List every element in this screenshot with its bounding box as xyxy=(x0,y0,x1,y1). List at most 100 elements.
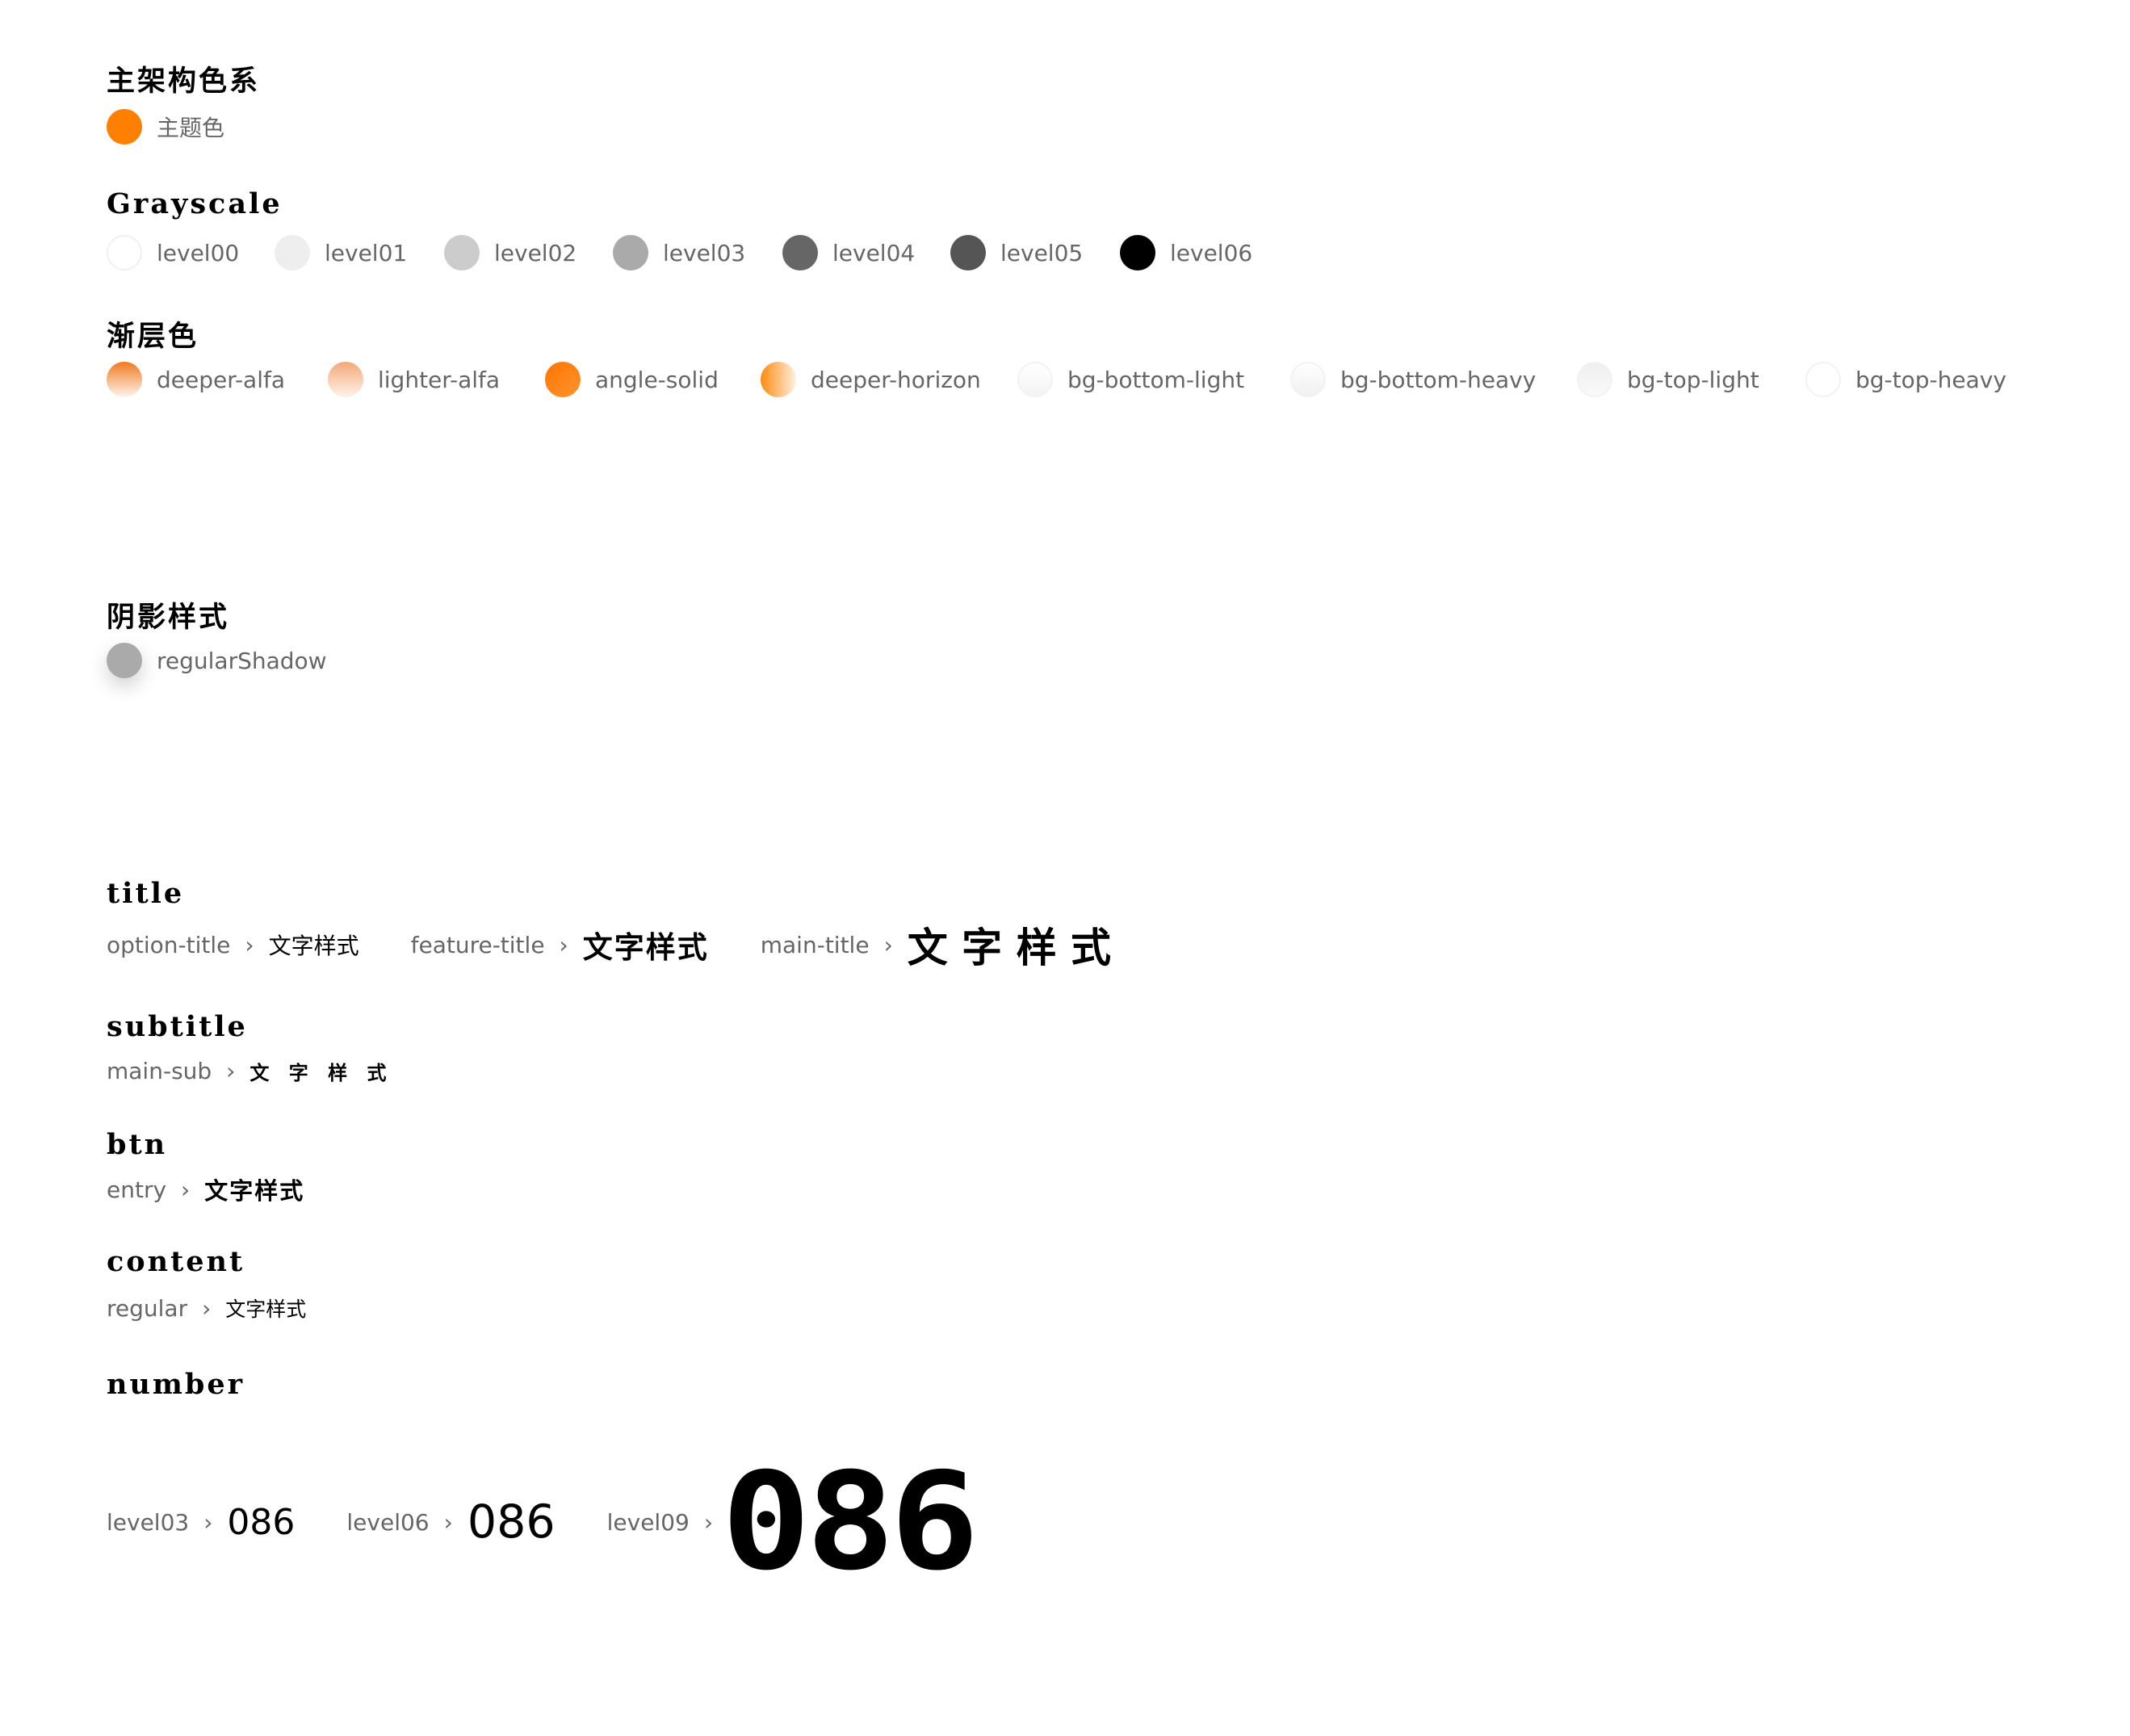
swatch-level00: level00 xyxy=(107,235,275,270)
swatch-label: regularShadow xyxy=(157,647,327,674)
swatch-label: bg-top-light xyxy=(1627,366,1759,393)
style-label: level03 xyxy=(107,1508,190,1536)
number-level03: level03 › 086 xyxy=(107,1502,295,1543)
swatch-regular-shadow: regularShadow xyxy=(107,643,327,678)
color-dot xyxy=(950,235,986,270)
swatch-level05: level05 xyxy=(950,235,1120,270)
swatch-bg-bottom-heavy: bg-bottom-heavy xyxy=(1290,362,1577,397)
style-sample: 文字样式 xyxy=(582,930,709,965)
section-subtitle-heading: subtitle xyxy=(107,1010,248,1043)
color-dot xyxy=(1805,362,1841,397)
shadow-row: regularShadow xyxy=(107,640,327,681)
swatch-label: deeper-horizon xyxy=(811,366,981,393)
section-grayscale-heading: Grayscale xyxy=(107,187,283,220)
style-option-title: option-title › 文字样式 xyxy=(107,929,359,961)
swatch-bg-top-light: bg-top-light xyxy=(1577,362,1805,397)
color-dot xyxy=(107,362,142,397)
main-color-row: 主题色 xyxy=(107,107,224,147)
swatch-deeper-alfa: deeper-alfa xyxy=(107,362,328,397)
color-dot xyxy=(107,235,142,270)
chevron-right-icon: › xyxy=(883,931,893,958)
swatch-lighter-alfa: lighter-alfa xyxy=(328,362,545,397)
color-dot xyxy=(1120,235,1155,270)
chevron-right-icon: › xyxy=(181,1176,191,1203)
chevron-right-icon: › xyxy=(203,1508,213,1536)
swatch-label: angle-solid xyxy=(595,366,719,393)
swatch-label: bg-bottom-light xyxy=(1067,366,1245,393)
color-dot xyxy=(782,235,818,270)
style-regular: regular › 文字样式 xyxy=(107,1294,306,1323)
section-btn-heading: btn xyxy=(107,1128,168,1161)
grayscale-row: level00 level01 level02 level03 level04 … xyxy=(107,233,1252,273)
style-sample: 文字样式 xyxy=(204,1177,305,1205)
color-dot xyxy=(545,362,581,397)
swatch-level03: level03 xyxy=(613,235,782,270)
swatch-label: level05 xyxy=(1000,239,1084,266)
swatch-label: level03 xyxy=(663,239,746,266)
number-row: level03 › 086 level06 › 086 level09 › 086 xyxy=(107,1455,979,1589)
swatch-level06: level06 xyxy=(1120,235,1252,270)
color-dot xyxy=(328,362,363,397)
number-level09: level09 › 086 xyxy=(606,1452,979,1593)
swatch-label: lighter-alfa xyxy=(378,366,501,393)
swatch-level02: level02 xyxy=(444,235,613,270)
color-dot xyxy=(613,235,648,270)
style-label: entry xyxy=(107,1176,167,1203)
section-shadow-heading: 阴影样式 xyxy=(107,601,230,634)
swatch-label: bg-bottom-heavy xyxy=(1340,366,1537,393)
color-dot xyxy=(444,235,480,270)
number-sample: 086 xyxy=(227,1501,296,1543)
style-sample: 文字样式 xyxy=(225,1298,307,1321)
swatch-label: level00 xyxy=(157,239,240,266)
content-row: regular › 文字样式 xyxy=(107,1288,306,1328)
btn-row: entry › 文字样式 xyxy=(107,1169,304,1210)
style-label: level09 xyxy=(606,1508,690,1536)
chevron-right-icon: › xyxy=(443,1508,453,1536)
style-sample: 文字样式 xyxy=(268,933,359,959)
style-label: main-title xyxy=(760,931,870,958)
swatch-label: level04 xyxy=(832,239,916,266)
shadow-dot xyxy=(107,643,142,678)
color-dot xyxy=(1017,362,1053,397)
swatch-label: deeper-alfa xyxy=(157,366,286,393)
style-label: main-sub xyxy=(107,1057,212,1084)
style-label: option-title xyxy=(107,931,231,958)
color-dot xyxy=(761,362,796,397)
number-sample: 086 xyxy=(721,1444,979,1600)
swatch-theme: 主题色 xyxy=(107,109,224,145)
chevron-right-icon: › xyxy=(245,931,254,958)
swatch-label: bg-top-heavy xyxy=(1855,366,2006,393)
number-sample: 086 xyxy=(467,1495,556,1549)
style-main-sub: main-sub › 文 字 样 式 xyxy=(107,1057,392,1085)
swatch-label: level01 xyxy=(325,239,408,266)
color-dot xyxy=(1290,362,1326,397)
style-entry: entry › 文字样式 xyxy=(107,1172,304,1206)
section-content-heading: content xyxy=(107,1245,245,1278)
subtitle-row: main-sub › 文 字 样 式 xyxy=(107,1050,392,1091)
chevron-right-icon: › xyxy=(703,1508,714,1536)
section-gradient-heading: 渐层色 xyxy=(107,320,199,353)
section-title-heading: title xyxy=(107,877,185,910)
style-label: regular xyxy=(107,1294,188,1322)
chevron-right-icon: › xyxy=(226,1057,236,1084)
swatch-bg-top-heavy: bg-top-heavy xyxy=(1805,362,2006,397)
color-dot xyxy=(107,109,142,145)
style-main-title: main-title › 文 字 样 式 xyxy=(761,916,1111,974)
swatch-angle-solid: angle-solid xyxy=(545,362,761,397)
color-dot xyxy=(1577,362,1612,397)
number-level06: level06 › 086 xyxy=(346,1495,555,1549)
title-row: option-title › 文字样式 feature-title › 文字样式 mai… xyxy=(107,916,1111,973)
swatch-level04: level04 xyxy=(782,235,950,270)
style-sample: 文 字 样 式 xyxy=(907,925,1111,971)
swatch-deeper-horizon: deeper-horizon xyxy=(761,362,1017,397)
swatch-level01: level01 xyxy=(275,235,444,270)
chevron-right-icon: › xyxy=(559,931,568,958)
gradient-row: deeper-alfa lighter-alfa angle-solid dee… xyxy=(107,359,2006,400)
style-feature-title: feature-title › 文字样式 xyxy=(411,923,709,967)
chevron-right-icon: › xyxy=(202,1294,212,1322)
color-dot xyxy=(275,235,310,270)
section-number-heading: number xyxy=(107,1368,245,1401)
style-label: level06 xyxy=(346,1508,430,1536)
style-label: feature-title xyxy=(410,931,545,958)
swatch-bg-bottom-light: bg-bottom-light xyxy=(1017,362,1290,397)
